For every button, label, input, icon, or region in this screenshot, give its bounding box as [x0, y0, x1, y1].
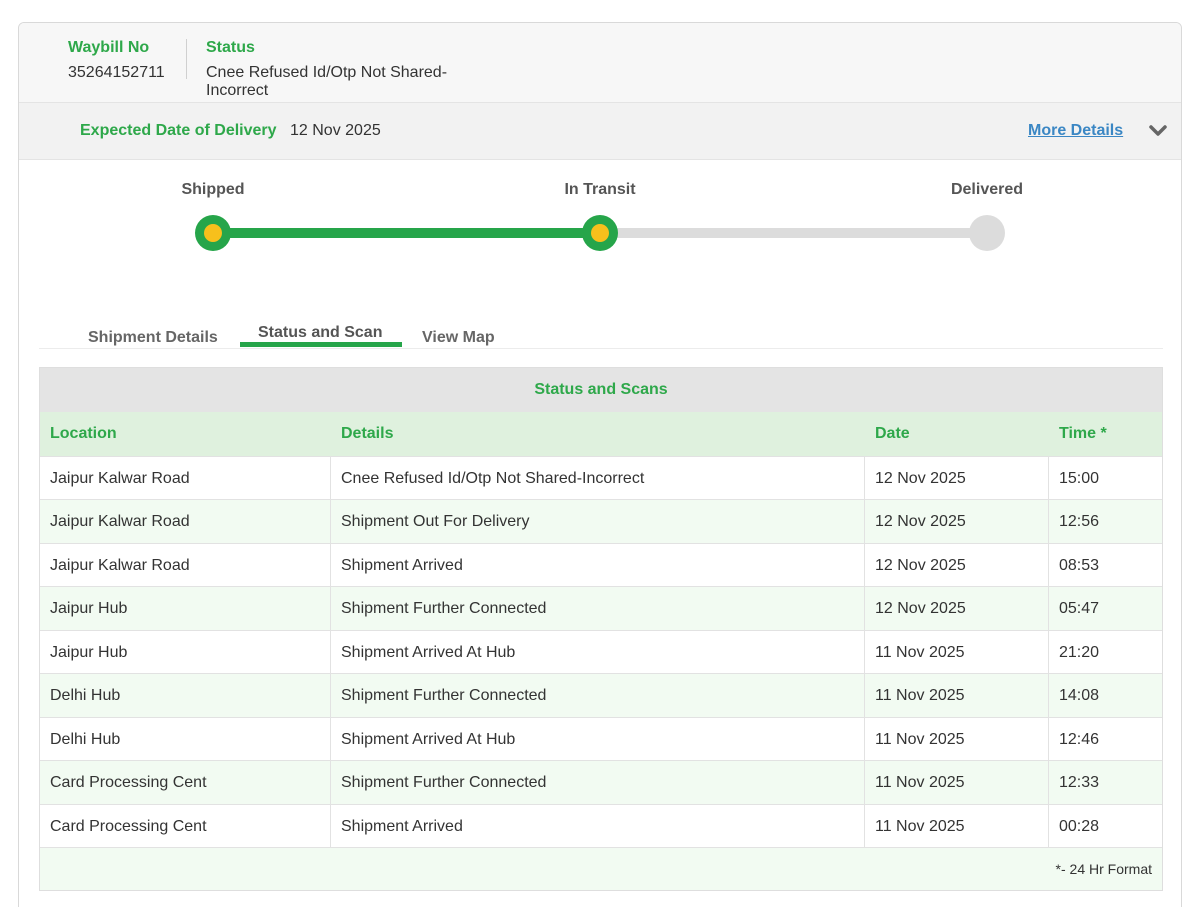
- step-dot: [591, 224, 609, 242]
- time-cell: 08:53: [1059, 556, 1100, 574]
- details-cell: Shipment Arrived At Hub: [331, 630, 865, 673]
- column-header-time: Time *: [1059, 425, 1107, 442]
- header-divider: [186, 39, 187, 79]
- details-cell: Shipment Further Connected: [331, 761, 865, 804]
- time-cell: 12:46: [1059, 730, 1100, 748]
- date-cell: 11 Nov 2025: [865, 717, 1049, 760]
- column-header-details: Details: [341, 425, 394, 442]
- table-row: Card Processing Cent Shipment Further Con…: [40, 760, 1162, 804]
- table-row: Delhi Hub Shipment Arrived At Hub 11 Nov 2…: [40, 716, 1162, 760]
- date-cell: 12 Nov 2025: [865, 456, 1049, 499]
- table-row: Jaipur Kalwar Road Shipment Arrived 12 Nov…: [40, 542, 1162, 586]
- more-details-link[interactable]: More Details: [1028, 122, 1123, 140]
- tab-status-and-scan[interactable]: Status and Scan: [258, 324, 382, 342]
- location-cell: Jaipur Kalwar Road: [40, 500, 331, 543]
- shipment-header: Waybill No 35264152711 Status Cnee Refus…: [19, 23, 1181, 102]
- step-node-delivered: [969, 215, 1005, 251]
- column-header-location: Location: [50, 425, 117, 442]
- status-label: Status: [206, 39, 255, 56]
- expected-delivery-date: 12 Nov 2025: [290, 122, 381, 139]
- detail-tabs: Shipment Details Status and Scan View Ma…: [39, 270, 1163, 349]
- waybill-number: 35264152711: [68, 64, 165, 81]
- progress-bar-pending: [600, 228, 987, 238]
- location-cell: Delhi Hub: [40, 674, 331, 717]
- details-cell: Shipment Out For Delivery: [331, 500, 865, 543]
- shipment-progress: Shipped In Transit Delivered: [19, 160, 1181, 270]
- time-cell: 14:08: [1059, 687, 1100, 704]
- chevron-down-icon[interactable]: [1147, 119, 1169, 141]
- location-cell: Jaipur Kalwar Road: [40, 456, 331, 499]
- step-label-delivered: Delivered: [950, 181, 1024, 198]
- shipment-card: Waybill No 35264152711 Status Cnee Refus…: [18, 22, 1182, 907]
- table-header-row: Location Details Date Time *: [40, 412, 1162, 456]
- time-cell: 12:33: [1059, 774, 1100, 791]
- location-cell: Card Processing Cent: [40, 804, 331, 847]
- step-label-in-transit: In Transit: [564, 181, 636, 198]
- time-cell: 00:28: [1059, 817, 1100, 835]
- tab-view-map[interactable]: View Map: [422, 329, 495, 347]
- time-cell: 15:00: [1059, 469, 1100, 487]
- location-cell: Delhi Hub: [40, 717, 331, 760]
- status-scans-table: Status and Scans Location Details Date T…: [39, 367, 1163, 891]
- date-cell: 11 Nov 2025: [865, 630, 1049, 673]
- progress-bar-completed: [213, 228, 600, 238]
- location-cell: Jaipur Hub: [40, 587, 331, 630]
- expected-delivery-label: Expected Date of Delivery: [80, 122, 277, 139]
- date-cell: 12 Nov 2025: [865, 543, 1049, 586]
- step-node-in-transit: [582, 215, 618, 251]
- waybill-label: Waybill No: [68, 39, 150, 56]
- location-cell: Jaipur Hub: [40, 630, 331, 673]
- table-row: Delhi Hub Shipment Further Connected 11 No…: [40, 673, 1162, 717]
- date-cell: 11 Nov 2025: [865, 674, 1049, 717]
- location-cell: Jaipur Kalwar Road: [40, 543, 331, 586]
- column-header-date: Date: [875, 425, 910, 442]
- date-cell: 12 Nov 2025: [865, 500, 1049, 543]
- table-row: Jaipur Kalwar Road Cnee Refused Id/Otp No…: [40, 455, 1162, 499]
- details-cell: Shipment Further Connected: [331, 674, 865, 717]
- table-row: Jaipur Hub Shipment Arrived At Hub 11 Nov …: [40, 629, 1162, 673]
- details-cell: Shipment Arrived At Hub: [331, 717, 865, 760]
- details-cell: Shipment Arrived: [331, 543, 865, 586]
- expected-delivery-bar: Expected Date of Delivery 12 Nov 2025 Mo…: [19, 102, 1181, 160]
- table-row: Jaipur Hub Shipment Further Connected 12 N…: [40, 586, 1162, 630]
- table-title: Status and Scans: [40, 368, 1162, 412]
- status-value-line1: Cnee Refused Id/Otp Not Shared-: [206, 64, 448, 81]
- date-cell: 11 Nov 2025: [865, 804, 1049, 847]
- details-cell: Shipment Arrived: [331, 804, 865, 847]
- step-dot: [204, 224, 222, 242]
- step-label-shipped: Shipped: [181, 181, 245, 198]
- time-format-note: *- 24 Hr Format: [40, 847, 1162, 890]
- time-cell: 21:20: [1059, 643, 1100, 661]
- details-cell: Cnee Refused Id/Otp Not Shared-Incorrect: [331, 456, 865, 499]
- tab-shipment-details[interactable]: Shipment Details: [88, 329, 218, 347]
- date-cell: 12 Nov 2025: [865, 587, 1049, 630]
- time-cell: 12:56: [1059, 513, 1100, 530]
- location-cell: Card Processing Cent: [40, 761, 331, 804]
- table-body: Jaipur Kalwar Road Cnee Refused Id/Otp No…: [40, 455, 1162, 847]
- time-cell: 05:47: [1059, 600, 1100, 617]
- details-cell: Shipment Further Connected: [331, 587, 865, 630]
- table-row: Jaipur Kalwar Road Shipment Out For Deliv…: [40, 499, 1162, 543]
- status-value-line2: Incorrect: [206, 82, 269, 99]
- active-tab-indicator: [240, 342, 402, 347]
- step-node-shipped: [195, 215, 231, 251]
- date-cell: 11 Nov 2025: [865, 761, 1049, 804]
- table-row: Card Processing Cent Shipment Arrived 11 N…: [40, 803, 1162, 847]
